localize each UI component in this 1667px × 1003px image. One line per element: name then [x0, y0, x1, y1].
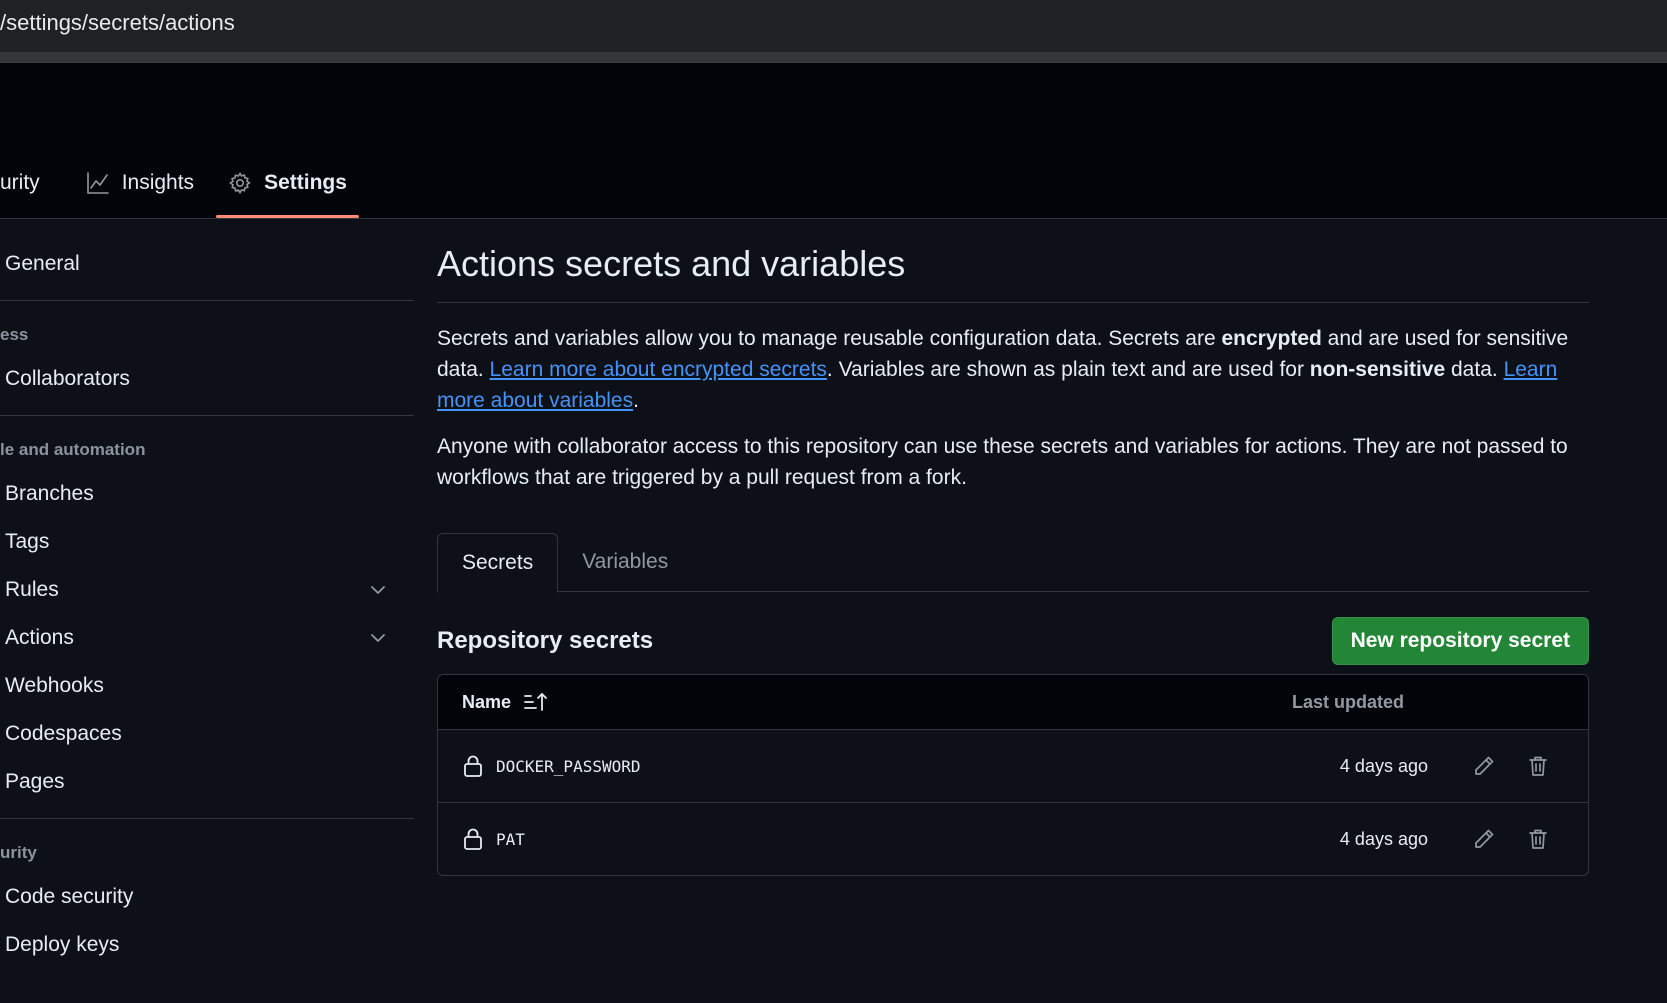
trash-icon[interactable] — [1526, 827, 1550, 851]
tab-variables[interactable]: Variables — [558, 533, 692, 591]
sidebar-item-label: Codespaces — [5, 722, 122, 745]
tab-secrets[interactable]: Secrets — [437, 533, 559, 593]
chevron-down-icon[interactable] — [368, 580, 388, 600]
tab-settings[interactable]: Settings — [216, 163, 359, 218]
tab-security[interactable]: urity — [0, 163, 52, 203]
nav-settings-label: Settings — [264, 171, 347, 194]
chevron-down-icon[interactable] — [368, 628, 388, 648]
sidebar-item-collaborators[interactable]: Collaborators — [0, 355, 414, 403]
sidebar-heading-code-automation: le and automation — [0, 440, 146, 459]
page-title: Actions secrets and variables — [437, 240, 1589, 303]
nav-insights-label: Insights — [121, 171, 195, 194]
desc-bold-non-sensitive: non-sensitive — [1309, 358, 1446, 381]
settings-sidebar: General ess Collaborators le and automat… — [0, 240, 414, 969]
sidebar-item-general[interactable]: General — [0, 240, 414, 288]
pencil-icon[interactable] — [1472, 827, 1496, 851]
sidebar-item-actions[interactable]: Actions — [0, 614, 414, 662]
address-url[interactable]: /settings/secrets/actions — [0, 10, 235, 36]
table-row: PAT 4 days ago — [438, 803, 1588, 875]
trash-icon[interactable] — [1526, 754, 1550, 778]
learn-more-secrets-link[interactable]: Learn more about encrypted secrets — [490, 358, 827, 381]
sidebar-heading-security: urity — [0, 843, 37, 862]
sidebar-item-code-security[interactable]: Code security — [0, 873, 414, 921]
desc-text: . Variables are shown as plain text and … — [826, 358, 1310, 381]
column-name: Name — [462, 691, 1292, 713]
desc-text: data. — [1445, 358, 1504, 381]
sidebar-item-label: Code security — [5, 885, 134, 908]
sidebar-item-label: General — [5, 252, 80, 275]
repo-header: urity Insights Settings — [0, 63, 1667, 219]
secret-name: PAT — [496, 829, 525, 849]
secret-updated: 4 days ago — [1339, 828, 1428, 849]
new-repository-secret-button[interactable]: New repository secret — [1331, 617, 1589, 665]
main-content: Actions secrets and variables Secrets an… — [437, 240, 1589, 876]
sidebar-item-codespaces[interactable]: Codespaces — [0, 710, 414, 758]
secrets-variables-tabs: Secrets Variables — [437, 533, 1589, 593]
sidebar-item-deploy-keys[interactable]: Deploy keys — [0, 921, 414, 969]
sidebar-item-webhooks[interactable]: Webhooks — [0, 662, 414, 710]
sidebar-item-rules[interactable]: Rules — [0, 566, 414, 614]
sidebar-item-label: Branches — [5, 482, 94, 505]
sort-ascending-icon[interactable] — [523, 691, 549, 713]
sidebar-item-pages[interactable]: Pages — [0, 758, 414, 806]
sidebar-item-tags[interactable]: Tags — [0, 518, 414, 566]
sidebar-item-label: Rules — [5, 578, 59, 601]
sidebar-item-label: Collaborators — [5, 367, 130, 390]
sidebar-item-label: Webhooks — [5, 674, 104, 697]
secret-name: DOCKER_PASSWORD — [496, 756, 641, 776]
repo-nav: urity Insights Settings — [0, 163, 359, 218]
sidebar-item-label: Pages — [5, 770, 65, 793]
sidebar-item-label: Tags — [5, 530, 50, 553]
sidebar-item-label: Deploy keys — [5, 933, 120, 956]
sidebar-divider — [0, 415, 414, 416]
pencil-icon[interactable] — [1472, 754, 1496, 778]
browser-toolbar-strip — [0, 52, 1667, 62]
secret-updated: 4 days ago — [1339, 755, 1428, 776]
description-access: Anyone with collaborator access to this … — [437, 435, 1568, 489]
sidebar-divider — [0, 300, 414, 301]
nav-security-label: urity — [0, 171, 40, 194]
lock-icon — [462, 827, 484, 851]
tab-insights[interactable]: Insights — [74, 163, 206, 203]
section-title: Repository secrets — [437, 627, 654, 654]
column-last-updated: Last updated — [1291, 691, 1404, 712]
gear-icon — [228, 171, 252, 195]
table-row: DOCKER_PASSWORD 4 days ago — [438, 730, 1588, 803]
sidebar-item-branches[interactable]: Branches — [0, 470, 414, 518]
browser-address-bar[interactable]: /settings/secrets/actions — [0, 0, 1667, 63]
table-header: Name Last updated — [438, 675, 1588, 730]
column-name-label: Name — [462, 691, 512, 712]
sidebar-heading-access: ess — [0, 325, 29, 344]
desc-text: Secrets and variables allow you to manag… — [437, 327, 1222, 350]
repository-secrets-header: Repository secrets New repository secret — [437, 616, 1589, 666]
lock-icon — [462, 754, 484, 778]
sidebar-item-label: Actions — [5, 626, 74, 649]
secrets-table: Name Last updated DOCKER_PASSWORD 4 days… — [437, 674, 1589, 876]
sidebar-divider — [0, 818, 414, 819]
desc-text: . — [633, 389, 639, 412]
description-secrets: Secrets and variables allow you to manag… — [437, 323, 1589, 416]
desc-bold-encrypted: encrypted — [1221, 327, 1322, 350]
graph-icon — [86, 171, 110, 195]
